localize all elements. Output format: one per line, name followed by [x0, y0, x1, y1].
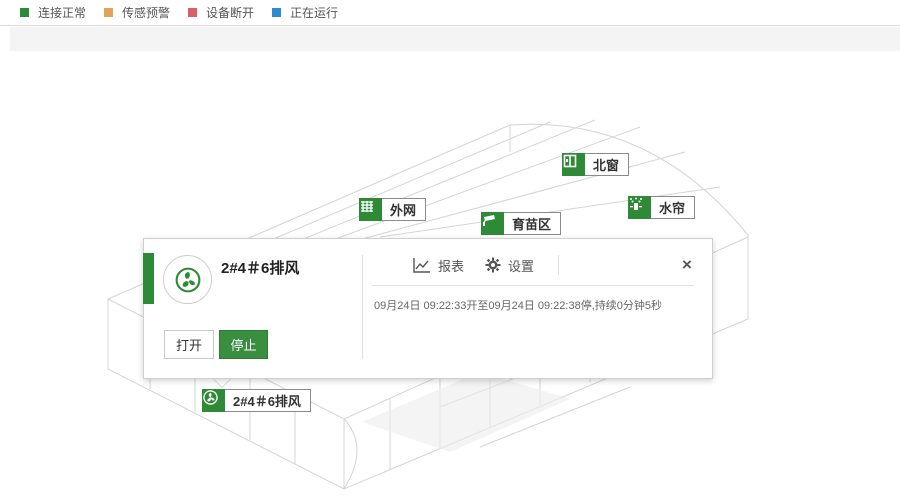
device-tag-exhaust-fan[interactable]: 2#4＃6排风 [202, 389, 311, 412]
legend-item-disconnected: 设备断开 [188, 4, 254, 21]
popup-pointer [213, 378, 231, 387]
device-tag-water-curtain[interactable]: 水帘 [628, 196, 696, 219]
legend-item-connected: 连接正常 [20, 4, 86, 21]
settings-button[interactable]: 设置 [485, 255, 534, 275]
net-icon [359, 198, 382, 221]
device-label-water-curtain: 水帘 [659, 201, 686, 216]
fan-icon [175, 267, 200, 292]
legend-label-warning: 传感预警 [122, 6, 171, 20]
sprinkler-icon [628, 196, 651, 219]
stop-button[interactable]: 停止 [219, 330, 268, 359]
legend-swatch-connected [20, 8, 29, 17]
legend-swatch-running [272, 8, 282, 17]
camera-icon [481, 212, 504, 235]
settings-label: 设置 [508, 258, 535, 274]
legend-label-running: 正在运行 [290, 6, 339, 20]
device-label-outer-net: 外网 [390, 203, 417, 218]
popup-status-accent [143, 253, 154, 304]
popup-divider [362, 255, 363, 359]
status-legend: 连接正常 传感预警 设备断开 正在运行 [0, 0, 900, 26]
device-tag-north-window[interactable]: 北窗 [562, 153, 630, 176]
device-tag-outer-net[interactable]: 外网 [359, 198, 427, 221]
popup-header-divider [372, 285, 694, 286]
device-label-exhaust-fan: 2#4＃6排风 [233, 394, 301, 409]
popup-title: 2#4＃6排风 [221, 260, 300, 277]
legend-swatch-warning [104, 8, 114, 17]
device-label-nursery: 育苗区 [512, 217, 552, 232]
toolbar-separator [558, 255, 559, 275]
legend-label-connected: 连接正常 [38, 6, 87, 20]
popup-device-avatar [163, 255, 212, 304]
legend-label-disconnected: 设备断开 [206, 6, 255, 20]
legend-item-running: 正在运行 [272, 4, 338, 21]
report-label: 报表 [438, 258, 465, 274]
close-icon[interactable]: × [680, 255, 694, 275]
device-control-popup: 2#4＃6排风 打开 停止 报表 设置 × 09月24日 09:22:33开至0… [143, 238, 713, 379]
run-log-text: 09月24日 09:22:33开至09月24日 09:22:38停,持续0分钟5… [374, 300, 662, 312]
line-chart-icon [413, 258, 430, 273]
window-icon [562, 153, 585, 176]
fan-icon [202, 389, 225, 412]
legend-swatch-disconnected [188, 8, 198, 17]
open-button[interactable]: 打开 [164, 330, 214, 359]
device-label-north-window: 北窗 [593, 158, 620, 173]
legend-item-warning: 传感预警 [104, 4, 170, 21]
gear-icon [485, 257, 501, 273]
report-button[interactable]: 报表 [413, 255, 464, 275]
device-tag-nursery[interactable]: 育苗区 [481, 212, 562, 235]
